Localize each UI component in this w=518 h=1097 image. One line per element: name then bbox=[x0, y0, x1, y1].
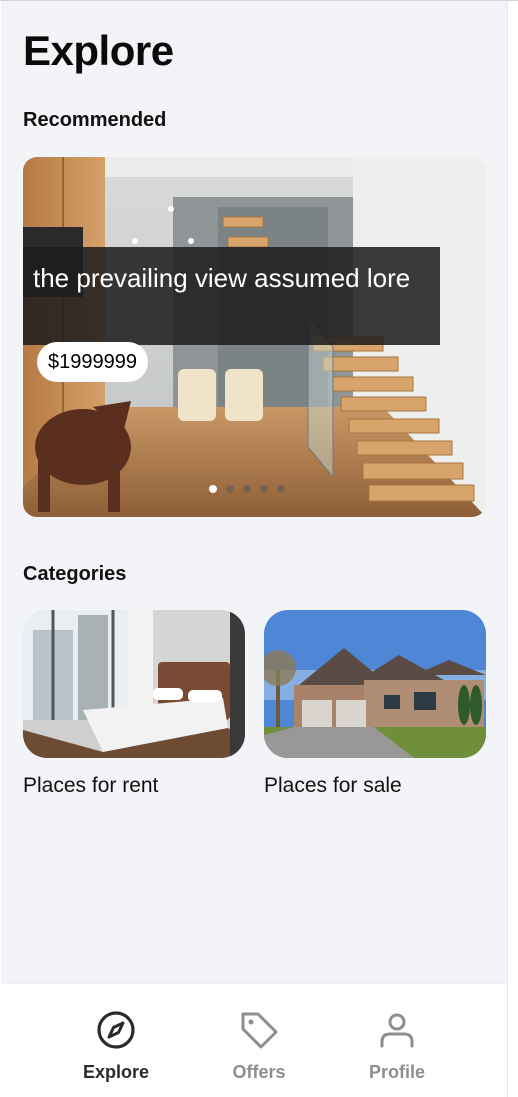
tab-profile[interactable]: Profile bbox=[342, 1008, 452, 1083]
user-icon bbox=[380, 1013, 414, 1048]
category-card-rent[interactable]: Places for rent bbox=[23, 610, 245, 798]
category-label-sale: Places for sale bbox=[264, 774, 402, 797]
bottom-tab-bar: Explore Offers Profile bbox=[1, 983, 507, 1093]
carousel-dot[interactable] bbox=[243, 485, 251, 493]
carousel-dot[interactable] bbox=[226, 485, 234, 493]
compass-icon bbox=[97, 1011, 135, 1049]
carousel-dot[interactable] bbox=[209, 485, 217, 493]
recommended-caption: the prevailing view assumed lore bbox=[23, 247, 440, 345]
category-image-rent bbox=[23, 610, 245, 758]
tab-label-explore: Explore bbox=[82, 1062, 150, 1082]
recommended-card[interactable]: the prevailing view assumed lore $199999… bbox=[23, 157, 486, 517]
recommended-heading: Recommended bbox=[23, 109, 167, 131]
price-badge: $1999999 bbox=[37, 342, 148, 382]
tab-offers[interactable]: Offers bbox=[204, 1008, 314, 1083]
explore-screen: Explore Recommended the prevailing view … bbox=[1, 1, 507, 1093]
carousel-dots bbox=[209, 485, 285, 493]
tab-explore[interactable]: Explore bbox=[61, 1008, 171, 1083]
category-image-sale bbox=[264, 610, 486, 758]
tab-label-offers: Offers bbox=[232, 1062, 286, 1082]
categories-heading: Categories bbox=[23, 563, 127, 585]
carousel-dot[interactable] bbox=[260, 485, 268, 493]
tab-label-profile: Profile bbox=[368, 1062, 425, 1082]
category-label-rent: Places for rent bbox=[23, 774, 159, 797]
tag-icon bbox=[241, 1012, 278, 1049]
carousel-dot[interactable] bbox=[277, 485, 285, 493]
category-card-sale[interactable]: Places for sale bbox=[264, 610, 486, 798]
page-title: Explore bbox=[23, 27, 174, 74]
